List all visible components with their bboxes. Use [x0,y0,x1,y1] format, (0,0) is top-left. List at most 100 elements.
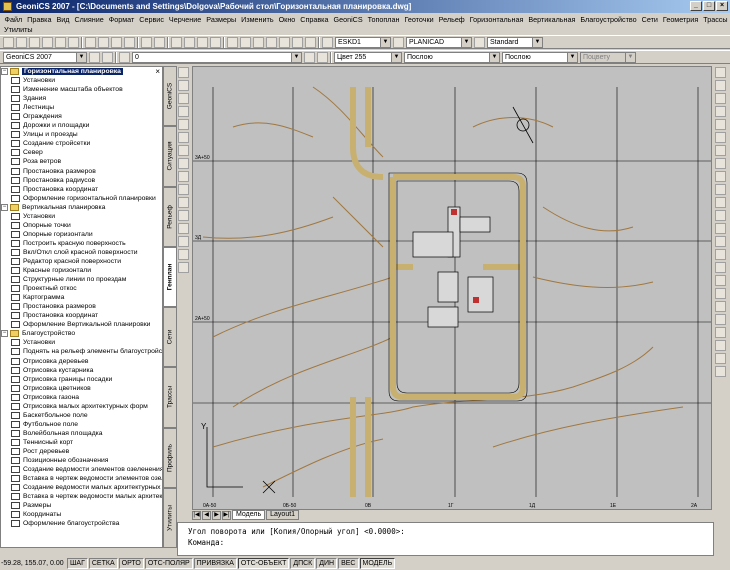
tree-item[interactable]: Роза ветров [1,157,162,166]
palette-tab[interactable]: Профиль [163,427,177,488]
palette-tab[interactable]: Сети [163,307,177,368]
properties-icon[interactable] [227,36,238,48]
modify-tool-icon[interactable] [715,340,726,351]
status-toggle[interactable]: ПРИВЯЗКА [193,558,237,569]
draw-tool-icon[interactable] [178,93,189,104]
menu-item[interactable]: Размеры [204,15,239,24]
tree-item[interactable]: Рост деревьев [1,447,162,456]
draw-tool-icon[interactable] [178,106,189,117]
modify-tool-icon[interactable] [715,67,726,78]
save-icon[interactable] [29,36,40,48]
tree-item[interactable]: Вставка в чертеж ведомости элементов озе… [1,474,162,483]
draw-tool-icon[interactable] [178,236,189,247]
zoom-realtime-icon[interactable] [184,36,195,48]
paste-icon[interactable] [111,36,122,48]
menu-item[interactable]: Формат [106,15,137,24]
zoom-window-icon[interactable] [197,36,208,48]
status-toggle[interactable]: ШАГ [67,558,88,569]
collapse-icon[interactable]: − [1,330,8,338]
tree-item[interactable]: Ограждения [1,112,162,121]
tree-item[interactable]: Создание ведомости элементов озеленения [1,465,162,474]
menu-item[interactable]: Вертикальная [526,15,578,24]
tree-item[interactable]: Размеры [1,501,162,510]
tree-item[interactable]: Простановка размеров [1,302,162,311]
tree-item[interactable]: Отрисовка деревьев [1,357,162,366]
table-style-combo[interactable]: Standard [487,36,543,48]
publish-icon[interactable] [68,36,79,48]
table-style-icon[interactable] [474,36,485,48]
draw-tool-icon[interactable] [178,249,189,260]
status-toggle[interactable]: МОДЕЛЬ [359,558,396,569]
minimize-button[interactable]: _ [690,1,702,11]
draw-tool-icon[interactable] [178,197,189,208]
tree-item[interactable]: Изменение масштаба объектов [1,85,162,94]
tree-item[interactable]: Север [1,148,162,157]
menu-item-utilities[interactable]: Утилиты [4,25,33,34]
tree-item[interactable]: Проектный откос [1,284,162,293]
cut-icon[interactable] [85,36,96,48]
tree-item[interactable]: Отрисовка малых архитектурных форм [1,402,162,411]
last-tab-icon[interactable]: ▶| [222,510,231,520]
prev-tab-icon[interactable]: ◀ [202,510,211,520]
modify-tool-icon[interactable] [715,106,726,117]
modify-tool-icon[interactable] [715,249,726,260]
collapse-icon[interactable]: − [1,68,8,76]
modify-tool-icon[interactable] [715,93,726,104]
menu-item[interactable]: Геометрия [660,15,700,24]
status-toggle[interactable]: ОТС-ОБЪЕКТ [237,558,290,569]
tree-item[interactable]: Теннисный корт [1,438,162,447]
draw-tool-icon[interactable] [178,223,189,234]
layer-combo[interactable]: 0 [132,51,302,63]
draw-tool-icon[interactable] [178,80,189,91]
modify-tool-icon[interactable] [715,145,726,156]
menu-item[interactable]: Благоустройство [578,15,639,24]
tree-item[interactable]: Лестницы [1,103,162,112]
draw-tool-icon[interactable] [178,262,189,273]
preview-icon[interactable] [55,36,66,48]
redo-icon[interactable] [154,36,165,48]
modify-tool-icon[interactable] [715,327,726,338]
text-style-combo[interactable]: ESKD1 [335,36,391,48]
draw-tool-icon[interactable] [178,145,189,156]
tab-layout1[interactable]: Layout1 [266,510,300,520]
menu-item[interactable]: Окно [276,15,298,24]
tree-item[interactable]: Опорные горизонтали [1,230,162,239]
modify-tool-icon[interactable] [715,314,726,325]
modify-tool-icon[interactable] [715,223,726,234]
next-tab-icon[interactable]: ▶ [212,510,221,520]
first-tab-icon[interactable]: |◀ [192,510,201,520]
status-toggle[interactable]: ДИН [316,558,338,569]
tree-item[interactable]: Волейбольная площадка [1,429,162,438]
lineweight-combo[interactable]: Послою [502,51,578,63]
tree-item[interactable]: Красные горизонтали [1,266,162,275]
modify-tool-icon[interactable] [715,353,726,364]
modify-tool-icon[interactable] [715,158,726,169]
menu-item[interactable]: Вид [54,15,72,24]
open-icon[interactable] [16,36,27,48]
tree-item[interactable]: Футбольное поле [1,420,162,429]
modify-tool-icon[interactable] [715,80,726,91]
menu-item[interactable]: Слияние [72,15,106,24]
sheet-set-icon[interactable] [266,36,277,48]
tree-item[interactable]: Создание стройсетки [1,139,162,148]
draw-tool-icon[interactable] [178,158,189,169]
tree-item[interactable]: Отрисовка цветников [1,384,162,393]
tree-item[interactable]: Структурные линии по проездам [1,275,162,284]
tree-item[interactable]: Редактор красной поверхности [1,257,162,266]
command-prompt[interactable]: Команда: [188,537,713,548]
tree-item[interactable]: Улицы и проезды [1,130,162,139]
tree-section[interactable]: − Благоустройство [1,329,162,338]
modify-tool-icon[interactable] [715,288,726,299]
palette-tab[interactable]: GeoniCS [163,66,177,127]
modify-tool-icon[interactable] [715,301,726,312]
tree-item[interactable]: Простановка радиусов [1,176,162,185]
draw-tool-icon[interactable] [178,171,189,182]
menu-item[interactable]: Сети [639,15,660,24]
tree-item[interactable]: Дорожки и площадки [1,121,162,130]
make-current-icon[interactable] [304,51,315,63]
draw-tool-icon[interactable] [178,210,189,221]
status-toggle[interactable]: ДПСК [290,558,316,569]
tree-item[interactable]: Оформление горизонтальной планировки [1,194,162,203]
workspace-save-icon[interactable] [102,51,113,63]
modify-tool-icon[interactable] [715,171,726,182]
